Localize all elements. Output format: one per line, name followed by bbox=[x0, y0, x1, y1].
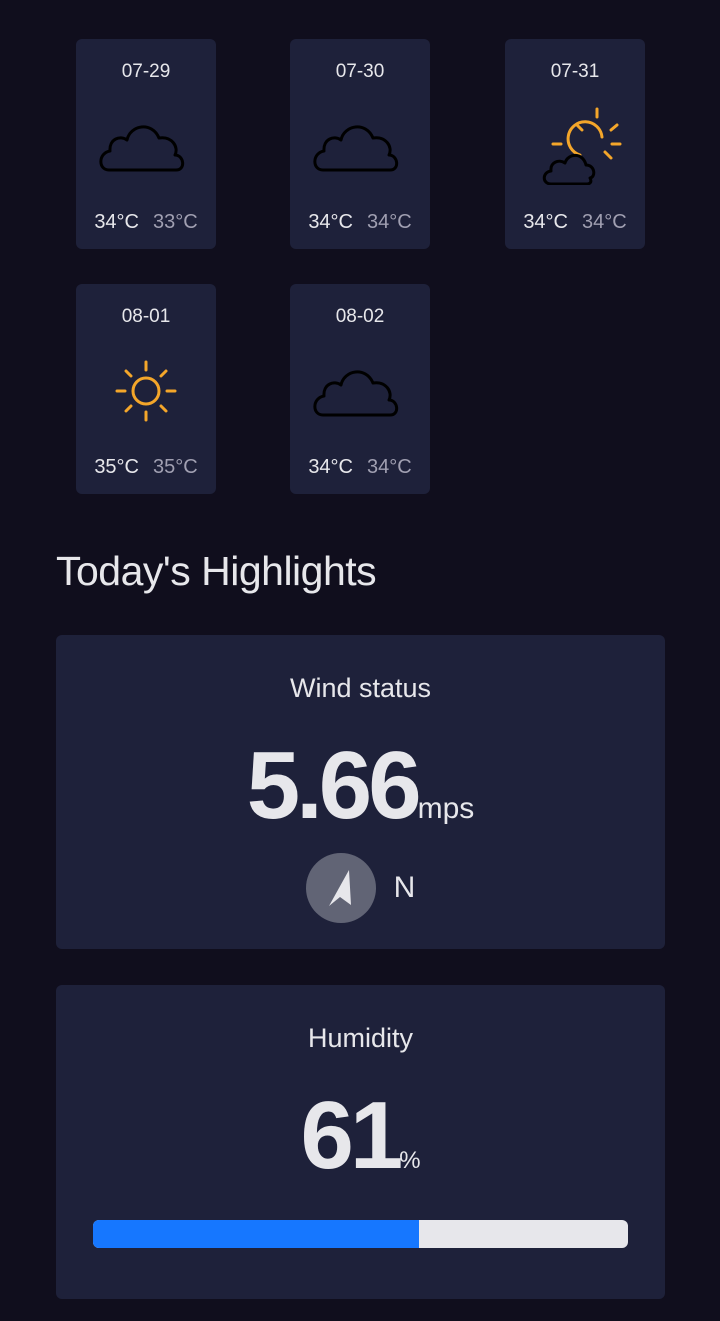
cloud-icon bbox=[96, 105, 196, 185]
temp-max: 34°C bbox=[308, 456, 353, 478]
temp-max: 34°C bbox=[308, 211, 353, 233]
humidity-unit: % bbox=[399, 1147, 421, 1174]
temp-min: 34°C bbox=[367, 456, 412, 478]
forecast-temps: 35°C 35°C bbox=[76, 456, 216, 479]
forecast-card-0802: 08-02 34°C 34°C bbox=[290, 284, 430, 494]
forecast-card-0730: 07-30 34°C 34°C bbox=[290, 39, 430, 249]
temp-max: 35°C bbox=[94, 456, 139, 478]
forecast-date: 07-29 bbox=[121, 61, 171, 82]
forecast-date: 07-30 bbox=[335, 61, 385, 82]
forecast-temps: 34°C 33°C bbox=[76, 211, 216, 234]
wind-speed-unit: mps bbox=[417, 792, 475, 825]
forecast-temps: 34°C 34°C bbox=[505, 211, 645, 234]
humidity-value: 61 bbox=[300, 1082, 403, 1189]
wind-status-card: Wind status 5.66mps N bbox=[56, 635, 665, 949]
temp-min: 33°C bbox=[153, 211, 198, 233]
forecast-date: 07-31 bbox=[550, 61, 600, 82]
humidity-label: Humidity bbox=[307, 1023, 414, 1053]
wind-speed-value: 5.66 bbox=[246, 732, 422, 839]
wind-direction-text: N bbox=[393, 871, 416, 904]
wind-direction-row: N bbox=[56, 853, 665, 923]
forecast-date: 08-02 bbox=[335, 306, 385, 327]
cloud-icon bbox=[310, 105, 410, 185]
temp-min: 34°C bbox=[582, 211, 627, 233]
forecast-temps: 34°C 34°C bbox=[290, 456, 430, 479]
temp-min: 35°C bbox=[153, 456, 198, 478]
humidity-progress-bar bbox=[93, 1220, 628, 1248]
forecast-card-0801: 08-01 35°C 35°C bbox=[76, 284, 216, 494]
humidity-progress-fill bbox=[93, 1220, 420, 1248]
wind-value-row: 5.66mps bbox=[56, 731, 665, 841]
wind-status-label: Wind status bbox=[289, 673, 432, 703]
humidity-value-row: 61% bbox=[56, 1081, 665, 1191]
forecast-card-0729: 07-29 34°C 33°C bbox=[76, 39, 216, 249]
navigation-arrow-icon bbox=[305, 853, 376, 923]
humidity-card: Humidity 61% bbox=[56, 985, 665, 1299]
forecast-date: 08-01 bbox=[121, 306, 171, 327]
temp-max: 34°C bbox=[94, 211, 139, 233]
forecast-temps: 34°C 34°C bbox=[290, 211, 430, 234]
temp-max: 34°C bbox=[523, 211, 568, 233]
weather-page: 07-29 34°C 33°C 07-30 34°C 34°C 07-31 34… bbox=[0, 0, 720, 1321]
sun-cloud-icon bbox=[525, 105, 625, 185]
temp-min: 34°C bbox=[367, 211, 412, 233]
forecast-card-0731: 07-31 34°C 34°C bbox=[505, 39, 645, 249]
sun-icon bbox=[96, 350, 196, 430]
cloud-icon bbox=[310, 350, 410, 430]
section-title: Today's Highlights bbox=[56, 548, 377, 594]
